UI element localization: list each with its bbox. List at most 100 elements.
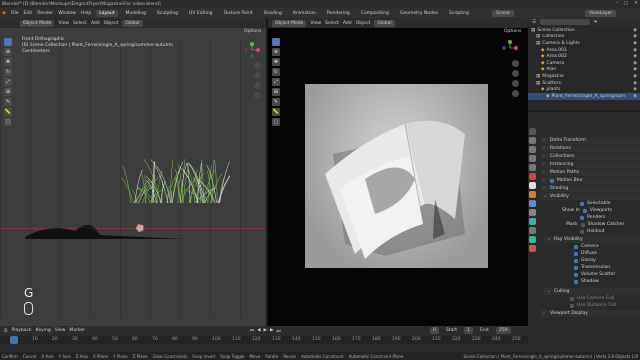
object-tab-icon[interactable]: [529, 191, 536, 198]
workspace-tab-geometry-nodes[interactable]: Geometry Nodes: [397, 10, 441, 17]
right-transform-tool-icon[interactable]: ⊞: [272, 88, 280, 96]
right-pan-hand-icon[interactable]: [512, 70, 519, 77]
right-menu-add[interactable]: Add: [343, 21, 352, 26]
left-mode-dropdown[interactable]: Object Mode: [20, 20, 54, 27]
magazine-side-silhouette[interactable]: [20, 213, 190, 243]
workspace-tab-rendering[interactable]: Rendering: [324, 10, 353, 17]
collection-tab-icon[interactable]: [529, 182, 536, 189]
panel-motion-paths[interactable]: › Motion Paths: [540, 169, 640, 176]
outliner-row[interactable]: ▤ Scene Collection ◉: [528, 27, 640, 34]
right-menu-view[interactable]: View: [310, 21, 321, 26]
right-annotate-tool-icon[interactable]: ✎: [272, 98, 280, 106]
viewports-checkbox[interactable]: [583, 209, 587, 213]
menu-render[interactable]: Render: [37, 11, 53, 16]
panel-shading[interactable]: › Shading: [540, 185, 640, 192]
scene-tab-icon[interactable]: [529, 164, 536, 171]
close-icon[interactable]: ✕: [634, 1, 638, 6]
ray-visibility-checkbox[interactable]: [574, 273, 578, 277]
outliner-row[interactable]: ◆ Plant_Ferns(single_A_spring/sum ◉: [528, 93, 640, 100]
render-tab-icon[interactable]: [529, 137, 536, 144]
particles-tab-icon[interactable]: [529, 209, 536, 216]
outliner-filter-icon[interactable]: ⏷: [594, 19, 598, 25]
constraints-tab-icon[interactable]: [529, 227, 536, 234]
modifier-tab-icon[interactable]: [529, 200, 536, 207]
panel-culling[interactable]: ⌄ Culling: [544, 288, 640, 295]
outliner-row[interactable]: ◆ Plan ◉: [528, 67, 640, 74]
jump-start-icon[interactable]: ⏮: [250, 328, 254, 334]
left-3d-viewport[interactable]: Object Mode View Select Add Object Globa…: [0, 18, 266, 326]
outliner-row[interactable]: ◆ Area.002 ◉: [528, 53, 640, 60]
panel-instancing[interactable]: › Instancing: [540, 161, 640, 168]
right-camera-viewport[interactable]: Object Mode View Select Add Object Globa…: [268, 18, 528, 326]
end-frame-field[interactable]: 250: [496, 327, 511, 334]
frame-ruler[interactable]: 0102030405060708090100110120130140150160…: [0, 336, 528, 344]
panel-delta-transform[interactable]: › Delta Transform: [540, 137, 640, 144]
ray-visibility-checkbox[interactable]: [574, 252, 578, 256]
tool-tab-icon[interactable]: [529, 128, 536, 135]
visibility-eye-icon[interactable]: ◉: [633, 87, 637, 92]
visibility-eye-icon[interactable]: ◉: [633, 54, 637, 59]
renders-checkbox[interactable]: [580, 216, 584, 220]
timeline-menu-keying[interactable]: Keying: [36, 328, 51, 333]
outliner-row[interactable]: ▤ Collection ◉: [528, 34, 640, 41]
right-camera-view-icon[interactable]: [512, 80, 519, 87]
jump-end-icon[interactable]: ⏭: [276, 328, 280, 334]
timeline-editor-icon[interactable]: ⏲: [4, 328, 8, 334]
workspace-tab-compositing[interactable]: Compositing: [358, 10, 392, 17]
outliner-row[interactable]: ◆ plants ◉: [528, 86, 640, 93]
ray-visibility-checkbox[interactable]: [574, 266, 578, 270]
right-select-box-tool-icon[interactable]: ⬚: [272, 38, 280, 46]
selectable-checkbox[interactable]: [580, 202, 584, 206]
view-layer-selector[interactable]: ViewLayer: [585, 10, 616, 17]
left-menu-object[interactable]: Object: [104, 21, 119, 26]
left-menu-select[interactable]: Select: [73, 21, 87, 26]
right-scale-tool-icon[interactable]: ⤢: [272, 78, 280, 86]
workspace-tab-uv-editing[interactable]: UV Editing: [186, 10, 215, 17]
workspace-tab-modeling[interactable]: Modeling: [123, 10, 149, 17]
menu-file[interactable]: File: [11, 11, 19, 16]
visibility-eye-icon[interactable]: ◉: [633, 48, 637, 53]
panel-viewport-display[interactable]: › Viewport Display: [540, 310, 640, 317]
workspace-tab-animation[interactable]: Animation: [290, 10, 319, 17]
output-tab-icon[interactable]: [529, 146, 536, 153]
motion-blur-checkbox[interactable]: [550, 179, 554, 183]
left-options-button[interactable]: Options: [244, 29, 261, 34]
ray-visibility-checkbox[interactable]: [574, 245, 578, 249]
panel-ray-visibility[interactable]: ⌄ Ray Visibility: [544, 236, 640, 243]
panel-collections[interactable]: › Collections: [540, 153, 640, 160]
workspace-tab-scripting[interactable]: Scripting: [446, 10, 472, 17]
visibility-eye-icon[interactable]: ◉: [633, 28, 637, 33]
outliner-row[interactable]: ▤ Magazine ◉: [528, 73, 640, 80]
visibility-eye-icon[interactable]: ◉: [633, 67, 637, 72]
scene-selector[interactable]: Scene: [492, 10, 514, 17]
right-mode-dropdown[interactable]: Object Mode: [272, 20, 306, 27]
timeline-menu-playback[interactable]: Playback: [12, 328, 32, 333]
outliner-search-input[interactable]: [540, 19, 590, 25]
left-menu-add[interactable]: Add: [91, 21, 100, 26]
physics-tab-icon[interactable]: [529, 218, 536, 225]
outliner-display-mode-icon[interactable]: ☰: [532, 20, 536, 25]
right-menu-object[interactable]: Object: [356, 21, 371, 26]
right-zoom-icon[interactable]: [512, 60, 519, 67]
play-icon[interactable]: ▶: [264, 328, 267, 334]
workspace-tab-texture-paint[interactable]: Texture Paint: [221, 10, 256, 17]
timeline-menu-marker[interactable]: Marker: [69, 328, 85, 333]
panel-relations[interactable]: › Relations: [540, 145, 640, 152]
visibility-eye-icon[interactable]: ◉: [633, 34, 637, 39]
workspace-tab-layout[interactable]: Layout: [96, 10, 117, 17]
visibility-eye-icon[interactable]: ◉: [633, 94, 637, 99]
right-transform-orientation[interactable]: Global: [374, 20, 394, 27]
ray-visibility-checkbox[interactable]: [574, 280, 578, 284]
shadow-catcher-checkbox[interactable]: [581, 223, 585, 227]
minimize-icon[interactable]: –: [616, 1, 618, 6]
right-perspective-toggle-icon[interactable]: [512, 90, 519, 97]
view-layer-tab-icon[interactable]: [529, 155, 536, 162]
outliner-row[interactable]: ▤ Scatters ◉: [528, 80, 640, 87]
right-options-button[interactable]: Options: [504, 29, 521, 34]
current-frame-field[interactable]: 0: [430, 327, 439, 334]
menu-help[interactable]: Help: [81, 11, 91, 16]
visibility-eye-icon[interactable]: ◉: [633, 41, 637, 46]
right-rotate-tool-icon[interactable]: ↻: [272, 68, 280, 76]
left-transform-orientation[interactable]: Global: [122, 20, 142, 27]
ray-visibility-checkbox[interactable]: [574, 259, 578, 263]
